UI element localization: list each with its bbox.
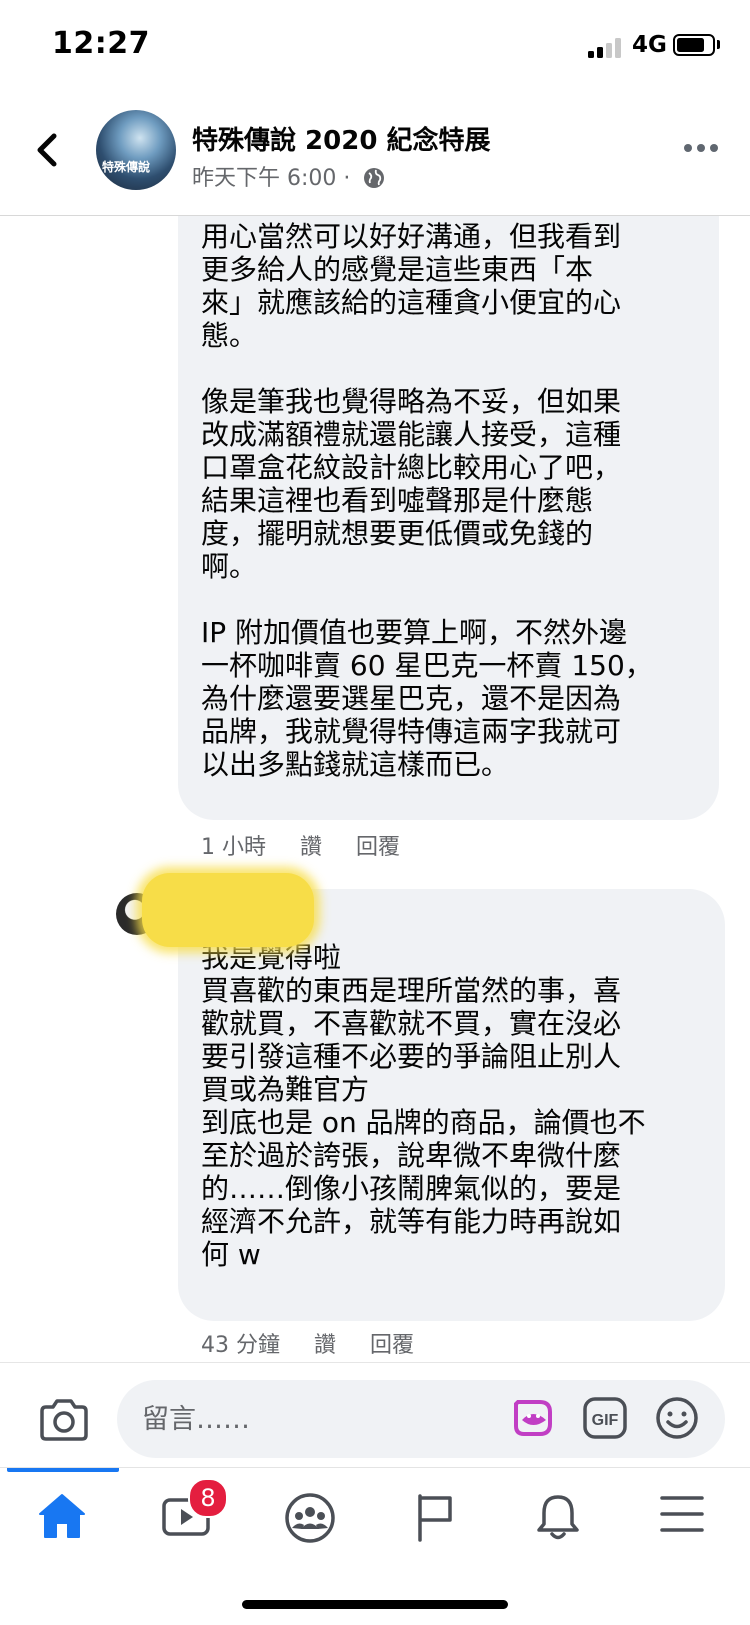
- comment-text: 我是覺得啦 買喜歡的東西是理所當然的事，喜 歡就買，不喜歡就不買，實在沒必 要引…: [201, 941, 646, 1271]
- globe-icon: [364, 168, 385, 188]
- battery-icon: [673, 34, 715, 56]
- avatar-logo-text: 特殊傳說: [102, 160, 151, 174]
- groups-icon: [285, 1493, 335, 1543]
- redaction-mark: [142, 873, 314, 947]
- emoji-icon: [656, 1397, 698, 1439]
- home-icon: [39, 1494, 85, 1538]
- camera-icon: [40, 1399, 88, 1441]
- svg-text:GIF: GIF: [592, 1412, 619, 1429]
- comment-text: 用心當然可以好好溝通，但我看到 更多給人的感覺是這些東西「本 來」就應該給的這種…: [201, 220, 653, 781]
- comment-actions: 43 分鐘 讚 回覆: [201, 1327, 448, 1359]
- more-dots-icon: [684, 144, 692, 152]
- tab-pages[interactable]: [372, 1468, 496, 1568]
- avatar-sticker-icon: [514, 1400, 552, 1436]
- comment-input[interactable]: [117, 1380, 725, 1458]
- comment-time: 1 小時: [201, 835, 266, 860]
- tab-home[interactable]: [0, 1468, 124, 1568]
- comment-bubble[interactable]: 用心當然可以好好溝通，但我看到 更多給人的感覺是這些東西「本 來」就應該給的這種…: [178, 160, 719, 820]
- camera-button[interactable]: [38, 1397, 90, 1443]
- menu-icon: [660, 1496, 704, 1532]
- like-button[interactable]: 讚: [314, 1333, 336, 1358]
- tab-groups[interactable]: [248, 1468, 372, 1568]
- status-bar: 12:27 4G: [0, 0, 750, 92]
- comment-time: 43 分鐘: [201, 1333, 280, 1358]
- emoji-button[interactable]: [654, 1395, 700, 1441]
- post-meta: 昨天下午 6:00 ·: [192, 160, 385, 192]
- post-timestamp: 昨天下午 6:00 ·: [192, 166, 351, 191]
- gif-icon: GIF: [583, 1397, 627, 1439]
- home-indicator: [242, 1600, 508, 1609]
- post-header: 特殊傳說 特殊傳說 2020 紀念特展 昨天下午 6:00 ·: [0, 92, 750, 216]
- back-button[interactable]: [28, 126, 68, 174]
- comment-actions: 1 小時 讚 回覆: [201, 829, 434, 861]
- reply-button[interactable]: 回覆: [370, 1333, 414, 1358]
- tab-menu[interactable]: [620, 1468, 744, 1568]
- reply-button[interactable]: 回覆: [356, 835, 400, 860]
- signal-icon: [588, 38, 626, 58]
- gif-button[interactable]: GIF: [582, 1396, 628, 1440]
- chevron-left-icon: [37, 133, 57, 167]
- status-time: 12:27: [52, 26, 150, 61]
- like-button[interactable]: 讚: [300, 835, 322, 860]
- notification-badge: 8: [188, 1478, 228, 1518]
- more-options-button[interactable]: [684, 144, 718, 154]
- comment-bubble[interactable]: 我是覺得啦 買喜歡的東西是理所當然的事，喜 歡就買，不喜歡就不買，實在沒必 要引…: [178, 889, 725, 1321]
- page-avatar[interactable]: 特殊傳說: [96, 110, 176, 190]
- flag-icon: [418, 1494, 452, 1542]
- page-title[interactable]: 特殊傳說 2020 紀念特展: [192, 120, 490, 157]
- tab-watch[interactable]: [124, 1468, 248, 1568]
- comment-composer: GIF: [0, 1362, 750, 1468]
- bell-icon: [537, 1495, 579, 1540]
- tab-notifications[interactable]: [496, 1468, 620, 1568]
- avatar-sticker-button[interactable]: [510, 1394, 556, 1440]
- network-type: 4G: [632, 32, 667, 58]
